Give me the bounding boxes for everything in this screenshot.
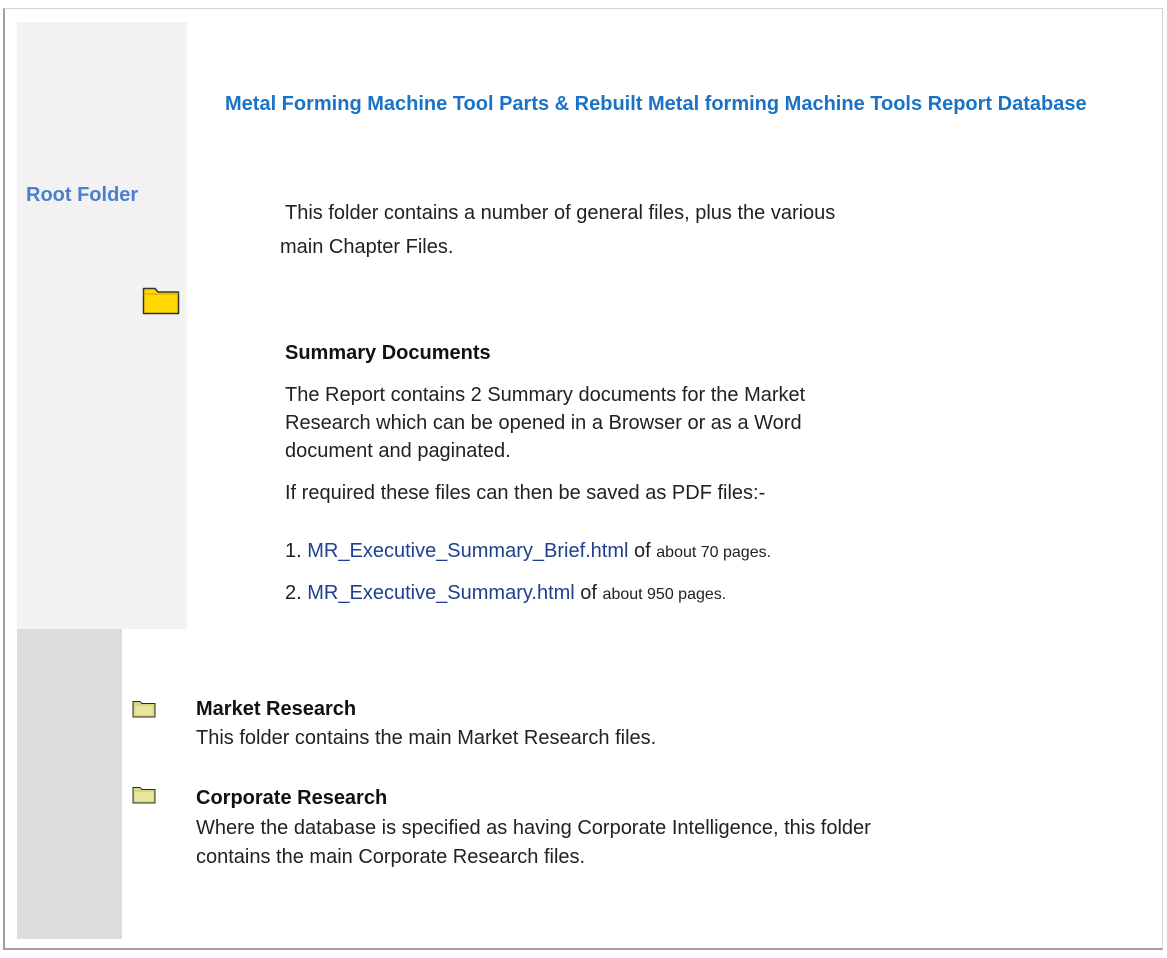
list-item-of: of xyxy=(580,582,597,604)
sidebar-strip xyxy=(17,629,122,939)
list-item: 2. MR_Executive_Summary.html of about 95… xyxy=(285,582,726,605)
list-item: 1. MR_Executive_Summary_Brief.html of ab… xyxy=(285,540,771,563)
folder-icon xyxy=(142,287,180,315)
folder-icon[interactable] xyxy=(132,699,156,718)
list-item-pages: about 950 pages. xyxy=(602,586,727,603)
summary-heading: Summary Documents xyxy=(285,342,491,364)
summary-para-line-2: Research which can be opened in a Browse… xyxy=(285,412,802,434)
intro-line-2: main Chapter Files. xyxy=(280,236,454,258)
sidebar-panel xyxy=(17,22,187,629)
folder-desc-corporate-research-line-2: contains the main Corporate Research fil… xyxy=(196,846,586,868)
root-folder-label: Root Folder xyxy=(26,184,139,206)
folder-icon[interactable] xyxy=(132,785,156,804)
list-item-number: 1. xyxy=(285,540,302,562)
executive-summary-link[interactable]: MR_Executive_Summary.html xyxy=(307,582,574,604)
list-item-of: of xyxy=(634,540,651,562)
page-title: Metal Forming Machine Tool Parts & Rebui… xyxy=(225,93,1087,115)
folder-desc-market-research: This folder contains the main Market Res… xyxy=(196,727,657,749)
folder-desc-corporate-research-line-1: Where the database is specified as havin… xyxy=(196,817,871,839)
executive-summary-brief-link[interactable]: MR_Executive_Summary_Brief.html xyxy=(307,540,628,562)
summary-para-line-1: The Report contains 2 Summary documents … xyxy=(285,384,806,406)
folder-name-corporate-research[interactable]: Corporate Research xyxy=(196,787,387,810)
summary-para-2: If required these files can then be save… xyxy=(285,482,766,504)
folder-name-market-research[interactable]: Market Research xyxy=(196,698,356,721)
intro-line-1: This folder contains a number of general… xyxy=(285,202,836,224)
summary-para-line-3: document and paginated. xyxy=(285,440,511,462)
list-item-number: 2. xyxy=(285,582,302,604)
list-item-pages: about 70 pages. xyxy=(656,544,772,561)
